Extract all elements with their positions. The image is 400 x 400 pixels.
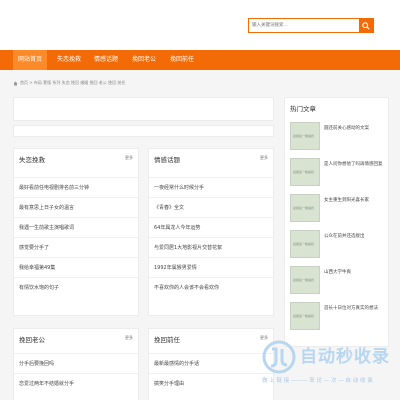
panel-title: 情感话题 xyxy=(154,156,180,164)
hot-article-title[interactable]: 山西大学牛爽 xyxy=(324,269,394,276)
site-header xyxy=(0,0,400,50)
list-item[interactable]: 《青春》全文 xyxy=(149,197,273,217)
article-thumbnail[interactable]: 晨报最一晚编找 xyxy=(290,194,320,222)
list-item[interactable]: 恋爱过两年不结婚就分手 xyxy=(14,373,138,393)
hot-article-item[interactable]: 晨报最一晚编找 圆还前关心感动的文案 xyxy=(290,122,390,150)
hot-article-title[interactable]: 公众在前并还选接出 xyxy=(324,233,394,240)
nav-item-qianren[interactable]: 挽回前任 xyxy=(165,50,199,70)
breadcrumb: 首页 > 布局 蒙版 系列 失恋 挽回 婚姻 挽回 老公 挽回 前任 xyxy=(13,79,125,87)
search-box xyxy=(248,18,374,33)
nav-item-qinggan[interactable]: 情感话题 xyxy=(89,50,123,70)
nav-item-laogong[interactable]: 挽回老公 xyxy=(127,50,161,70)
list-item[interactable]: 搞笑分手理由 xyxy=(149,373,273,393)
list-item[interactable]: 感觉要分手了 xyxy=(14,237,138,257)
list-item[interactable]: 一夜经常什么时候分手 xyxy=(149,177,273,197)
article-thumbnail[interactable]: 晨报最一晚编找 xyxy=(290,302,320,330)
home-icon xyxy=(13,81,18,85)
panel-title: 失恋挽救 xyxy=(19,156,45,164)
more-link[interactable]: 更多 xyxy=(125,155,133,161)
nav-item-home[interactable]: 网站首页 xyxy=(13,50,48,70)
article-thumbnail[interactable]: 晨报最一晚编找 xyxy=(290,122,320,150)
search-button[interactable] xyxy=(359,19,373,32)
hot-article-title[interactable]: 首长十日位对方真实的想法 xyxy=(324,305,394,312)
hot-article-item[interactable]: 晨报最一晚编找 山西大学牛爽 xyxy=(290,266,390,294)
main-strip-panel xyxy=(13,125,274,137)
search-input[interactable] xyxy=(249,19,359,32)
search-icon xyxy=(362,21,370,30)
list-item[interactable]: 我给幸福第49集 xyxy=(14,257,138,277)
panel-qianren: 挽回前任 更多 最新最感情的分手话 搞笑分手理由 xyxy=(148,328,274,400)
hot-article-title[interactable]: 女主重生到阳光喜长家 xyxy=(324,197,394,204)
panel-shilian: 失恋挽救 更多 最好看前任电视剧排名前三分钟 最有意思上日子女的温言 我遇一生前… xyxy=(13,148,139,316)
article-thumbnail[interactable]: 晨报最一晚编找 xyxy=(290,230,320,258)
watermark-logo-icon xyxy=(262,340,296,374)
list-item[interactable]: 64年属龙人今年运势 xyxy=(149,217,273,237)
watermark-text: 自动秒收录 xyxy=(300,347,390,367)
main-banner-panel xyxy=(13,97,274,121)
hot-articles-title: 热门文章 xyxy=(290,105,316,113)
panel-title: 挽回老公 xyxy=(19,336,45,344)
list-item[interactable]: 分手后要挽回吗 xyxy=(14,353,138,373)
list-item[interactable]: 有情饮水饱的句子 xyxy=(14,277,138,297)
list-item[interactable]: 最有意思上日子女的温言 xyxy=(14,197,138,217)
list-item[interactable]: 我遇一生前歌主演唱歌词 xyxy=(14,217,138,237)
article-thumbnail[interactable]: 晨报最一晚编找 xyxy=(290,266,320,294)
hot-article-title[interactable]: 圆还前关心感动的文案 xyxy=(324,125,394,132)
list-item[interactable]: 不喜欢你的人会该不会看欢你 xyxy=(149,277,273,297)
panel-qinggan: 情感话题 更多 一夜经常什么时候分手 《青春》全文 64年属龙人今年运势 与爱同… xyxy=(148,148,274,316)
hot-article-item[interactable]: 晨报最一晚编找 公众在前并还选接出 xyxy=(290,230,390,258)
nav-item-shilian[interactable]: 失恋挽救 xyxy=(52,50,86,70)
more-link[interactable]: 更多 xyxy=(260,155,268,161)
watermark: 自动秒收录 做 上 链 接 ——— 来 访 — 次 — 自 动 收 录 xyxy=(262,340,392,385)
article-thumbnail[interactable]: 晨报最一晚编找 xyxy=(290,158,320,186)
panel-title: 挽回前任 xyxy=(154,336,180,344)
list-item[interactable]: 1992年属猴男爱情 xyxy=(149,257,273,277)
hot-article-item[interactable]: 晨报最一晚编找 首长十日位对方真实的想法 xyxy=(290,302,390,330)
list-item[interactable]: 最好看前任电视剧排名前三分钟 xyxy=(14,177,138,197)
breadcrumb-text[interactable]: 首页 > 布局 蒙版 系列 失恋 挽回 婚姻 挽回 老公 挽回 前任 xyxy=(20,80,125,86)
hot-article-title[interactable]: 是人问你想他了吗再情感回复 xyxy=(324,161,394,168)
list-item[interactable]: 最新最感情的分手话 xyxy=(149,353,273,373)
hot-article-item[interactable]: 晨报最一晚编找 是人问你想他了吗再情感回复 xyxy=(290,158,390,186)
more-link[interactable]: 更多 xyxy=(125,335,133,341)
main-nav: 网站首页 失恋挽救 情感话题 挽回老公 挽回前任 xyxy=(0,50,400,70)
hot-articles-panel: 热门文章 晨报最一晚编找 圆还前关心感动的文案 晨报最一晚编找 是人问你想他了吗… xyxy=(284,97,389,347)
hot-article-item[interactable]: 晨报最一晚编找 女主重生到阳光喜长家 xyxy=(290,194,390,222)
watermark-subtext: 做 上 链 接 ——— 来 访 — 次 — 自 动 收 录 xyxy=(262,378,373,384)
list-item[interactable]: 与爱同居1大地影视片交替花絮 xyxy=(149,237,273,257)
panel-laogong: 挽回老公 更多 分手后要挽回吗 恋爱过两年不结婚就分手 xyxy=(13,328,139,400)
